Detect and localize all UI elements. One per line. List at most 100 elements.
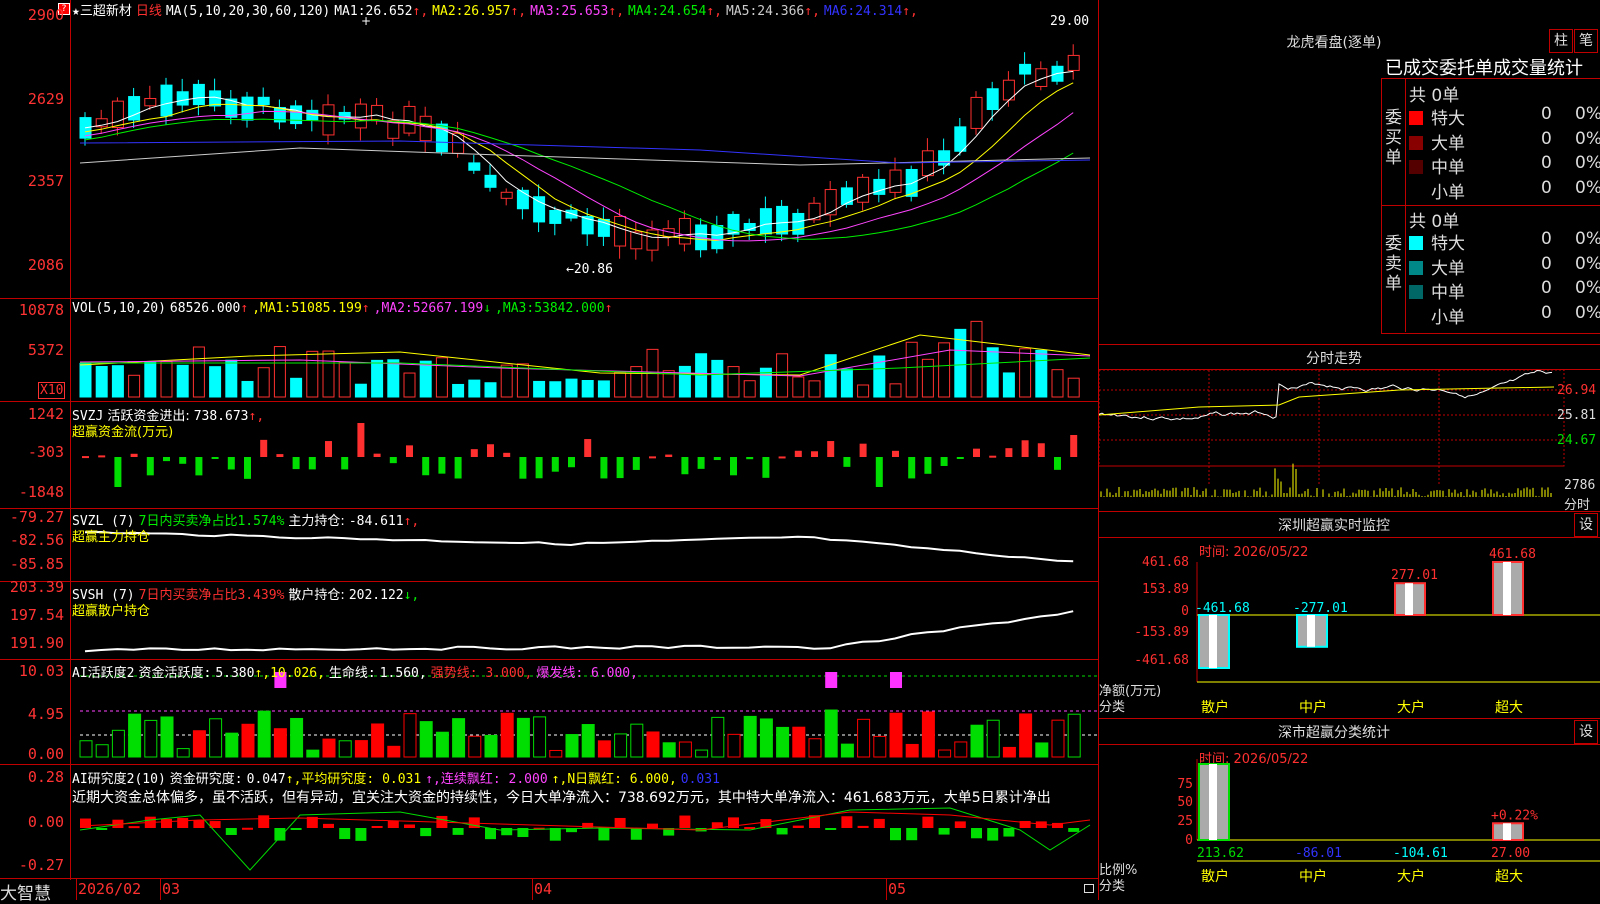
research-bar [841, 816, 853, 828]
volume-bar [921, 358, 934, 398]
activity-bar [808, 738, 822, 758]
ai1-value: 5.380 [215, 666, 255, 681]
fund-flow-bar [632, 457, 640, 470]
candle-body [889, 169, 902, 193]
activity-bar [290, 717, 304, 758]
monitor-category-label: 大户 [1397, 699, 1425, 716]
lock-icon[interactable] [1084, 884, 1094, 893]
fund-flow-bar [584, 439, 592, 457]
monitor-category-label: 散户 [1201, 699, 1229, 716]
research-bar [857, 825, 869, 828]
ma-label: MA(5,10,20,30,60,120) [165, 4, 331, 19]
monitor-bar-highlight [1209, 615, 1217, 668]
fund-flow-bar [308, 457, 316, 470]
y-tick-label: 1242 [27, 405, 64, 423]
sell-count: 0 [1541, 302, 1552, 323]
ai1-life: 1.560, [379, 666, 427, 681]
sz-stat-chart: 75 50 25 0 213.62 散户 -86.01 中户 -104.61 大户 +0.22% 27… [1177, 759, 1600, 885]
candle-body [111, 100, 124, 128]
svsh-value: 202.122 [348, 588, 404, 603]
low-price-label: ←20.86 [566, 262, 613, 277]
candle-body [1019, 63, 1032, 75]
monitor-y-label: 153.89 [1142, 582, 1189, 597]
dragon-tabs[interactable]: 已成交委托单成交量统计 [1385, 54, 1583, 80]
brand-logo: 大智慧 [0, 884, 51, 904]
research-bar [890, 828, 901, 841]
monitor-y-label: 0 [1181, 604, 1189, 619]
research-bar [177, 817, 189, 828]
research-bar [290, 828, 302, 830]
candle-body [533, 196, 546, 223]
buy-pct: 0% [1575, 128, 1600, 149]
research-bar [938, 828, 950, 835]
candle-body [954, 126, 967, 152]
fund-flow-bar [357, 423, 365, 457]
vol-ma-arrow-3: ↑ [604, 301, 613, 316]
activity-bar [938, 749, 952, 758]
retail-holding-line [84, 610, 1074, 653]
intraday-chart[interactable] [1099, 345, 1600, 512]
stat-y-label: 50 [1177, 795, 1193, 810]
sz-stat-cat-label: 分类 [1099, 879, 1126, 894]
buy-pct: 0% [1575, 104, 1600, 124]
panel-separator [0, 878, 1098, 879]
svzl-sub: 超赢主力持仓 [72, 530, 151, 545]
research-bar [274, 828, 286, 841]
fund-flow-bar [1054, 457, 1061, 470]
fund-flow-bar [244, 457, 251, 479]
tick-view-button[interactable]: 笔 [1574, 29, 1598, 53]
svsh-sub: 超赢散户持仓 [72, 604, 151, 619]
y-tick-label: -82.56 [9, 531, 64, 549]
sell-row: 大单 0 0% [1409, 254, 1600, 279]
candle-body [776, 205, 789, 235]
buy-name: 大单 [1431, 133, 1465, 154]
fund-flow-bar [827, 441, 835, 457]
monitor-bar-label: -277.01 [1293, 601, 1348, 616]
candle-body [419, 115, 432, 142]
date-tick [532, 878, 533, 900]
ma-value-4: 24.654 [659, 4, 707, 19]
dragon-title: 龙虎看盘(逐单) [1286, 35, 1382, 51]
fund-flow-bar [438, 457, 446, 474]
buy-orders-label: 委买单 [1385, 108, 1402, 168]
sell-color-swatch-icon [1409, 260, 1423, 275]
activity-bar [986, 719, 1000, 758]
activity-bar [678, 741, 692, 758]
volume-bar [322, 350, 335, 398]
column-view-button[interactable]: 柱 [1549, 29, 1573, 53]
fund-flow-bar [98, 455, 106, 458]
svzl-label: 主力持仓: [288, 514, 345, 529]
volume-bar [192, 346, 205, 398]
intraday-y-label: 25.81 [1557, 408, 1597, 423]
candle-body [678, 217, 691, 245]
activity-bar [257, 710, 271, 758]
sz-monitor-chart: 461.68 153.89 0 -153.89 -461.68 -461.68 散户 -277… [1134, 547, 1600, 716]
research-bar [630, 828, 642, 840]
period-label: 日线 [135, 4, 162, 19]
fund-flow-bar [551, 457, 559, 472]
y-tick-label: 10878 [18, 301, 64, 319]
activity-bar [1067, 713, 1081, 758]
candle-body [938, 150, 951, 166]
chart-area[interactable]: ? ★三超新材 日线 MA(5,10,20,30,60,120) MA1:26.652… [0, 0, 1099, 904]
research-bar [906, 828, 918, 841]
y-tick-label: 0.00 [27, 745, 64, 763]
ma-label-6: MA6: [823, 4, 856, 19]
ai2-red: ↑,连续飘红: 2.000 [425, 772, 548, 787]
kline-chart[interactable] [0, 0, 1098, 880]
fund-flow-bar [179, 457, 187, 464]
fund-flow-bar [227, 457, 235, 470]
sell-name: 中单 [1431, 283, 1465, 303]
svzj-value: 738.673 [193, 409, 249, 424]
research-bar [225, 828, 237, 835]
volume-bar [662, 370, 675, 398]
ai2-value: 0.047 [246, 772, 286, 787]
activity-bar [597, 740, 611, 758]
volume-bar [144, 361, 157, 398]
y-tick-label: -303 [27, 443, 64, 461]
intraday-panel[interactable]: 分时走势 26.94 25.81 24.67 2786 分时 [1099, 345, 1600, 513]
fund-flow-bar [713, 457, 721, 461]
monitor-y-label: 461.68 [1142, 555, 1189, 570]
candle-body [614, 215, 627, 247]
fund-flow-bar [1005, 448, 1013, 457]
